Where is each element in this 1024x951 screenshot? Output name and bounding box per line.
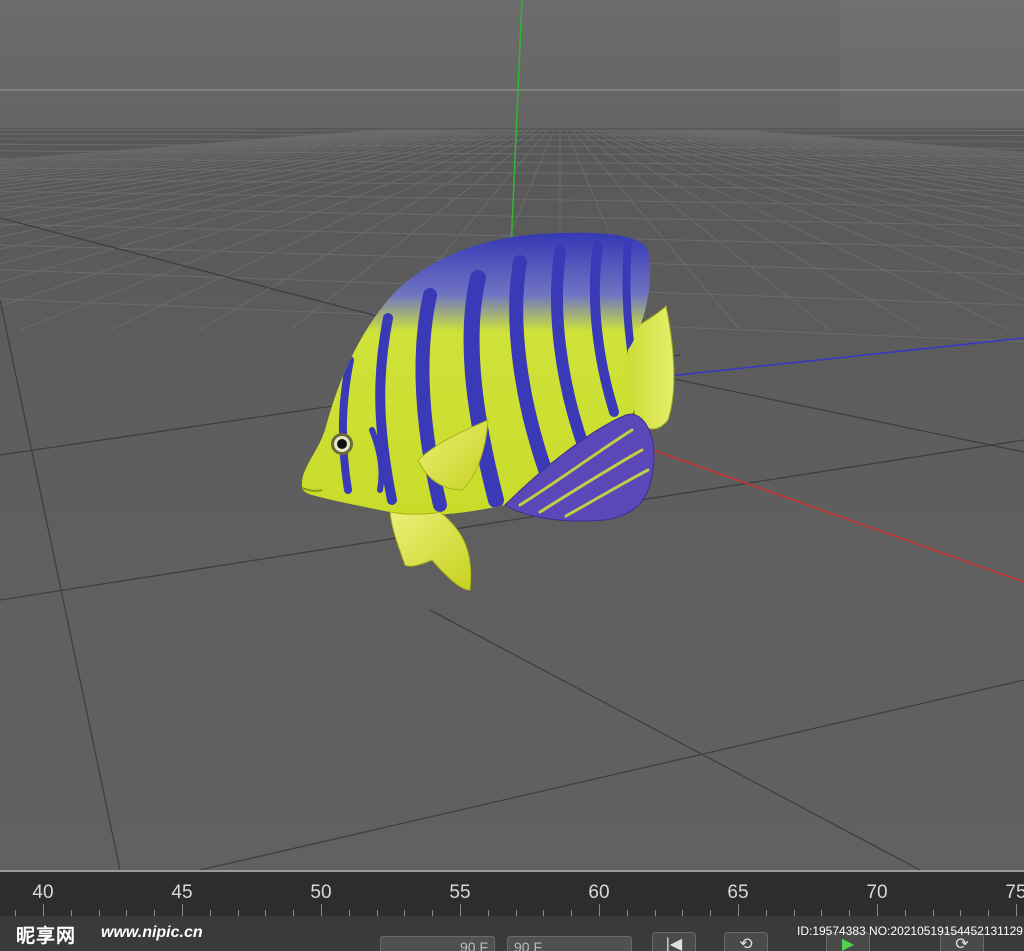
- fish-eye-pupil: [337, 439, 347, 449]
- timeline-label-45: 45: [171, 882, 193, 903]
- timeline-tick: [599, 904, 600, 916]
- timeline-label-40: 40: [32, 882, 54, 903]
- timeline-tick: [43, 904, 44, 916]
- frame-start-field[interactable]: 90 F: [380, 936, 495, 951]
- 3d-viewport[interactable]: [0, 0, 1024, 870]
- watermark-url: www.nipic.cn: [101, 924, 203, 941]
- timeline-label-65: 65: [727, 882, 749, 903]
- step-back-button[interactable]: ⟲: [724, 932, 768, 951]
- frame-end-field[interactable]: 90 F: [507, 936, 632, 951]
- timeline-label-70: 70: [866, 882, 888, 903]
- timeline-tick: [1016, 904, 1017, 916]
- timeline-label-75: 75: [1005, 882, 1024, 903]
- timeline-tick: [877, 904, 878, 916]
- timeline-ruler[interactable]: 40 45 50 55 60 65 70 75: [0, 870, 1024, 916]
- go-to-start-button[interactable]: |◀: [652, 932, 696, 951]
- timeline-tick: [738, 904, 739, 916]
- timeline-tick: [321, 904, 322, 916]
- timeline-label-55: 55: [449, 882, 471, 903]
- timeline-label-50: 50: [310, 882, 332, 903]
- timeline-label-60: 60: [588, 882, 610, 903]
- timeline-tick: [182, 904, 183, 916]
- viewport-canvas[interactable]: [0, 0, 1024, 870]
- watermark-id: ID:19574383 NO:20210519154452131129: [797, 924, 1023, 938]
- timeline-tick: [460, 904, 461, 916]
- watermark-logo: 昵享网: [16, 925, 77, 947]
